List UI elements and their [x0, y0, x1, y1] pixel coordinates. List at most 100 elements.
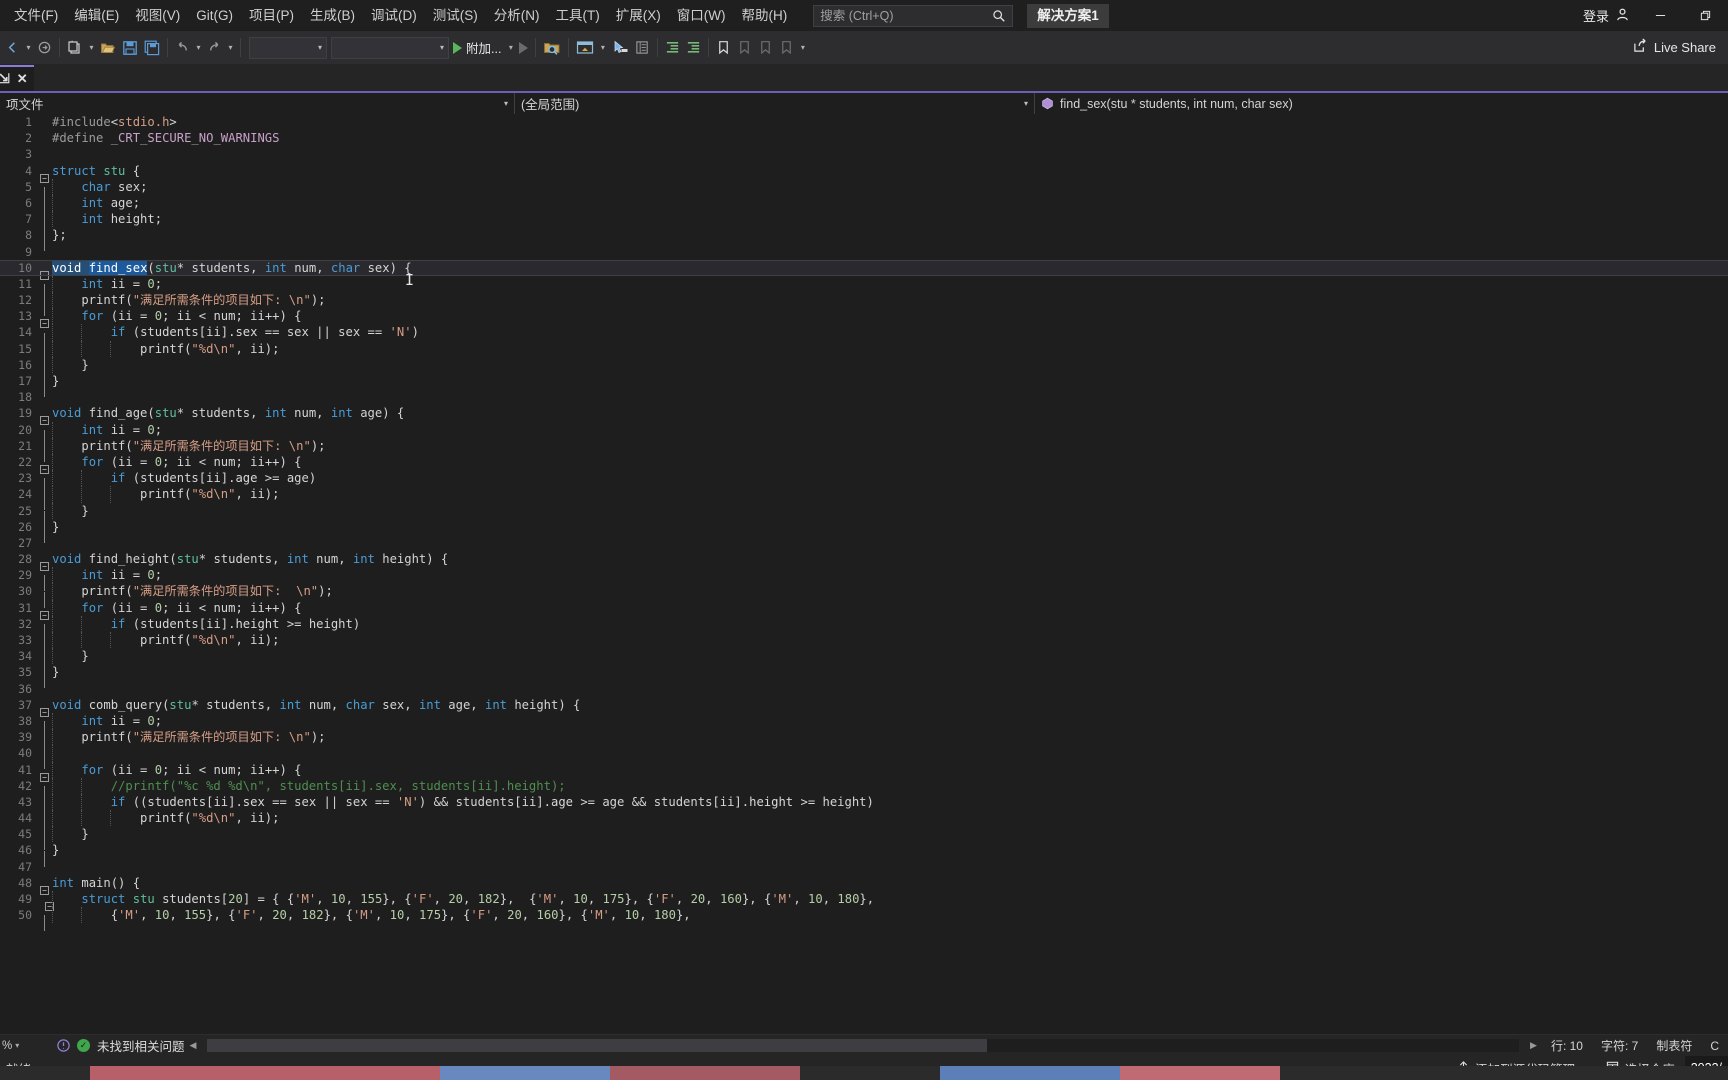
code-line-text[interactable]: }	[52, 519, 1728, 535]
code-line[interactable]: 8};	[0, 227, 1728, 252]
close-icon[interactable]: ✕	[17, 71, 28, 87]
code-line-text[interactable]: }	[52, 648, 1728, 664]
code-line[interactable]: 44 printf("%d\n", ii);	[0, 810, 1728, 835]
code-line-text[interactable]	[52, 859, 1728, 875]
code-line-text[interactable]: if ((students[ii].sex == sex || sex == '…	[52, 794, 1728, 810]
code-line-text[interactable]: printf("%d\n", ii);	[52, 341, 1728, 357]
code-line-text[interactable]: if (students[ii].height >= height)	[52, 616, 1728, 632]
code-line-text[interactable]: }	[52, 826, 1728, 842]
code-line-text[interactable]: //printf("%c %d %d\n", students[ii].sex,…	[52, 778, 1728, 794]
code-line-text[interactable]: }	[52, 373, 1728, 389]
sign-in-button[interactable]: 登录	[1575, 6, 1638, 25]
solution-button[interactable]: 解决方案1	[1027, 3, 1109, 28]
code-line-text[interactable]: void comb_query(stu* students, int num, …	[52, 697, 1728, 713]
code-line[interactable]: 24 printf("%d\n", ii);	[0, 486, 1728, 511]
code-line[interactable]: 22− for (ii = 0; ii < num; ii++) {	[0, 453, 1728, 475]
code-line[interactable]: 21 printf("满足所需条件的项目如下: \n");	[0, 437, 1728, 462]
code-line[interactable]: 47	[0, 859, 1728, 875]
navbar-scope-combo[interactable]: (全局范围) ▾	[515, 93, 1035, 114]
code-line-text[interactable]: int ii = 0;	[52, 276, 1728, 292]
code-line[interactable]: 30 printf("满足所需条件的项目如下: \n");	[0, 583, 1728, 608]
code-line-text[interactable]: if (students[ii].sex == sex || sex == 'N…	[52, 324, 1728, 340]
code-line[interactable]: 5 char sex;	[0, 178, 1728, 203]
code-line[interactable]: 35}	[0, 664, 1728, 689]
code-line[interactable]: 23 if (students[ii].age >= age)	[0, 470, 1728, 495]
code-line[interactable]: 49− struct stu students[20] = { {'M', 10…	[0, 891, 1728, 912]
code-line[interactable]: 6 int age;	[0, 194, 1728, 220]
code-line-text[interactable]: for (ii = 0; ii < num; ii++) {	[52, 762, 1728, 778]
code-line[interactable]: 50 {'M', 10, 155}, {'F', 20, 182}, {'M',…	[0, 907, 1728, 932]
indent-increase-icon[interactable]	[662, 36, 683, 60]
menu-test[interactable]: 测试(S)	[425, 4, 486, 28]
indent-decrease-icon[interactable]	[683, 36, 704, 60]
minimize-button[interactable]	[1638, 0, 1683, 31]
code-line[interactable]: 39 printf("满足所需条件的项目如下: \n");	[0, 729, 1728, 754]
code-line-text[interactable]: char sex;	[52, 179, 1728, 195]
code-line[interactable]: 12 printf("满足所需条件的项目如下: \n");	[0, 292, 1728, 317]
code-line-text[interactable]: int age;	[52, 195, 1728, 211]
code-line-text[interactable]: int ii = 0;	[52, 567, 1728, 583]
code-line-text[interactable]: #include<stdio.h>	[52, 114, 1728, 130]
toggle-bookmark-icon[interactable]	[713, 36, 734, 60]
code-line-text[interactable]: for (ii = 0; ii < num; ii++) {	[52, 454, 1728, 470]
pin-icon[interactable]: ⇲	[0, 71, 10, 87]
code-line-text[interactable]: };	[52, 227, 1728, 243]
code-line-text[interactable]: }	[52, 664, 1728, 680]
code-line-text[interactable]: struct stu students[20] = { {'M', 10, 15…	[52, 891, 1728, 907]
menu-git[interactable]: Git(G)	[188, 4, 241, 28]
menu-window[interactable]: 窗口(W)	[669, 4, 734, 28]
undo-icon[interactable]	[172, 36, 193, 60]
back-nav-caret-icon[interactable]: ▾	[23, 36, 34, 60]
code-line[interactable]: 16 }	[0, 356, 1728, 381]
pointer-select-icon[interactable]	[608, 36, 632, 60]
code-line-text[interactable]: int main() {	[52, 875, 1728, 891]
code-line[interactable]: 40	[0, 745, 1728, 770]
forward-nav-icon[interactable]	[34, 36, 55, 60]
code-line-text[interactable]: printf("%d\n", ii);	[52, 810, 1728, 826]
code-line-text[interactable]: printf("满足所需条件的项目如下: \n");	[52, 438, 1728, 454]
menu-view[interactable]: 视图(V)	[127, 4, 188, 28]
code-line[interactable]: 15 printf("%d\n", ii);	[0, 340, 1728, 365]
code-line-text[interactable]: #define _CRT_SECURE_NO_WARNINGS	[52, 130, 1728, 146]
code-line-text[interactable]: void find_age(stu* students, int num, in…	[52, 405, 1728, 421]
code-line[interactable]: 4− struct stu {	[0, 163, 1728, 183]
open-file-icon[interactable]	[97, 36, 119, 60]
redo-icon[interactable]	[204, 36, 225, 60]
code-line[interactable]: 19− void find_age(stu* students, int num,…	[0, 405, 1728, 426]
code-line-text[interactable]: struct stu {	[52, 163, 1728, 179]
code-line[interactable]: 25 }	[0, 502, 1728, 527]
code-line[interactable]: 11 int ii = 0;	[0, 275, 1728, 300]
new-window-caret-icon[interactable]: ▾	[597, 36, 608, 60]
code-line-text[interactable]: void find_sex(stu* students, int num, ch…	[52, 260, 1728, 276]
horizontal-scrollbar[interactable]	[207, 1039, 1520, 1052]
start-without-debug-icon[interactable]	[516, 36, 531, 60]
code-line[interactable]: 45 }	[0, 826, 1728, 851]
horizontal-scrollbar-thumb[interactable]	[207, 1039, 988, 1052]
save-all-icon[interactable]	[141, 36, 163, 60]
menu-extensions[interactable]: 扩展(X)	[608, 4, 669, 28]
code-line[interactable]: 48− int main() {	[0, 875, 1728, 895]
code-text-area[interactable]: 1 #include<stdio.h> 2 #define _CRT_SECURE_N…	[0, 114, 1728, 1034]
start-debug-caret-icon[interactable]: ▾	[505, 36, 516, 60]
menu-edit[interactable]: 编辑(E)	[66, 4, 127, 28]
save-icon[interactable]	[119, 36, 141, 60]
new-project-icon[interactable]	[64, 36, 86, 60]
code-line-text[interactable]: for (ii = 0; ii < num; ii++) {	[52, 600, 1728, 616]
bookmarks-caret-icon[interactable]: ▾	[797, 36, 808, 60]
code-line[interactable]: 18	[0, 389, 1728, 405]
code-line-text[interactable]: int ii = 0;	[52, 713, 1728, 729]
navbar-project-combo[interactable]: 项文件 ▾	[0, 93, 515, 114]
code-line[interactable]: 38 int ii = 0;	[0, 712, 1728, 738]
new-project-caret-icon[interactable]: ▾	[86, 36, 97, 60]
code-line[interactable]: 32 if (students[ii].height >= height)	[0, 615, 1728, 640]
clear-bookmarks-icon[interactable]	[776, 36, 797, 60]
live-share-button[interactable]: Live Share	[1633, 38, 1716, 56]
search-input[interactable]	[820, 8, 993, 23]
menu-tools[interactable]: 工具(T)	[548, 4, 608, 28]
new-window-icon[interactable]	[573, 36, 597, 60]
code-line-text[interactable]: void find_height(stu* students, int num,…	[52, 551, 1728, 567]
code-line-text[interactable]	[52, 535, 1728, 551]
code-line-text[interactable]: {'M', 10, 155}, {'F', 20, 182}, {'M', 10…	[52, 907, 1728, 923]
menu-project[interactable]: 项目(P)	[241, 4, 302, 28]
code-line[interactable]: 42 //printf("%c %d %d\n", students[ii].s…	[0, 777, 1728, 802]
